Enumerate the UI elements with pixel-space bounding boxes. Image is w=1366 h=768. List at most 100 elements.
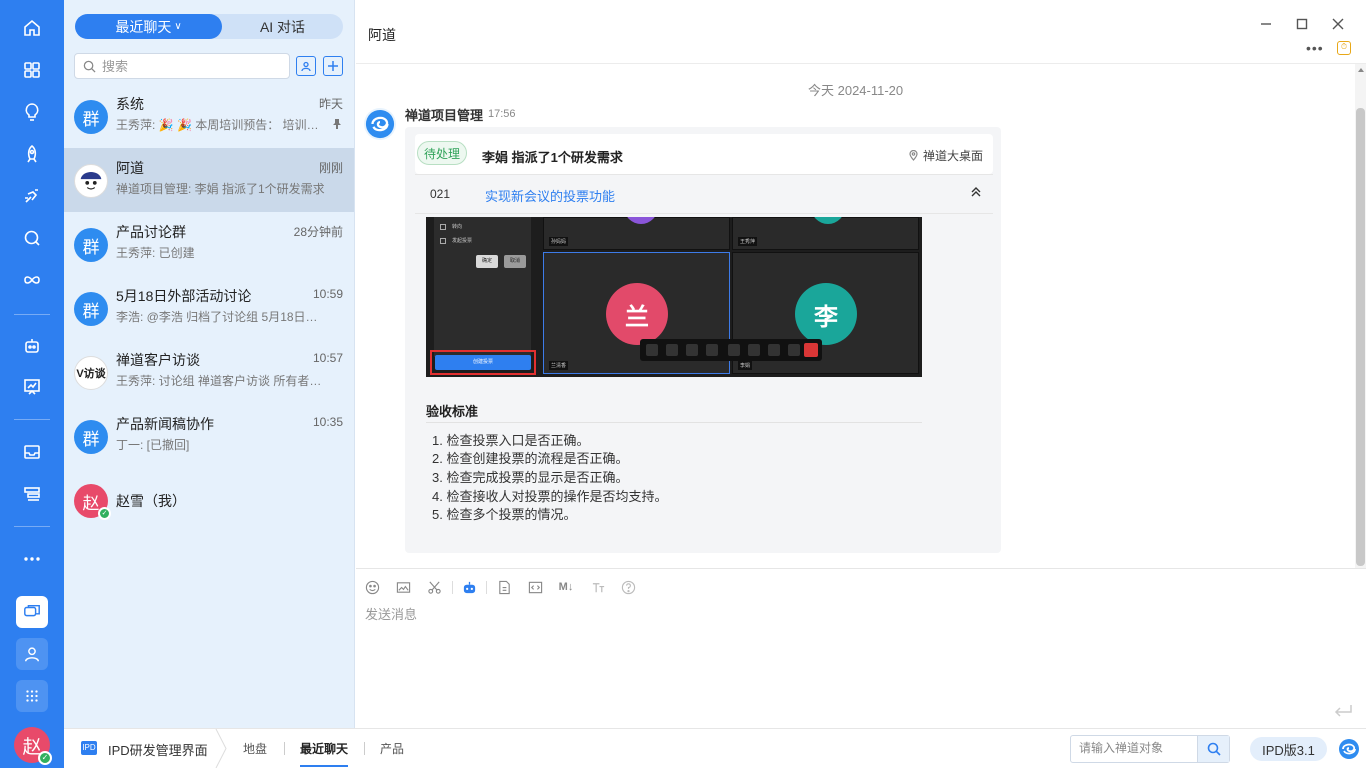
participant-name: 王秀萍 [738,237,758,246]
message-sender[interactable]: 禅道项目管理 [405,105,483,124]
image-icon[interactable] [395,579,411,595]
acceptance-item: 1. 检查投票入口是否正确。 [432,433,590,448]
scrollbar-thumb[interactable] [1356,108,1365,566]
group-avatar: 群 [74,100,108,134]
apps-grid-icon[interactable] [20,58,44,82]
user-avatar[interactable]: 赵 ✓ [14,727,52,765]
infinity-icon[interactable] [20,268,44,292]
app-dots-icon[interactable] [16,680,48,712]
task-source[interactable]: 禅道大桌面 [908,147,983,164]
requirement-row: 021 实现新会议的投票功能 [415,174,993,214]
collapse-chevron-icon[interactable] [969,185,983,199]
zentao-object-search [1070,735,1230,763]
camera-icon [666,344,678,356]
list-stack-icon[interactable] [20,482,44,506]
task-card-title: 李娟 指派了1个研发需求 [482,150,623,165]
participant-name: 兰清香 [549,361,569,370]
contacts-book-button[interactable] [296,56,316,76]
requirement-id: 021 [430,187,451,201]
search-input[interactable] [102,58,282,74]
message-scrollbar[interactable] [1355,64,1366,568]
interview-logo-avatar: V访谈 [74,356,108,390]
conversation-preview: 李浩: @李浩 归档了讨论组 5月18日外部活... [116,310,328,324]
conversation-time: 10:59 [312,287,343,301]
conversation-time: 刚刚 [318,161,343,175]
conversation-preview: 王秀萍: 已创建 [116,246,195,260]
checkbox-icon [440,238,446,244]
conversation-item[interactable]: 群 系统 昨天 王秀萍: 🎉 🎉 本周培训预告： 培训主题... [64,84,354,148]
conversation-time: 10:57 [312,351,343,365]
scissors-icon[interactable] [426,579,442,595]
chart-board-icon[interactable] [20,375,44,399]
toolbar-divider [486,581,487,594]
close-icon [1332,18,1344,30]
left-rail: 赵 ✓ [0,0,64,768]
create-vote-label: 创建投票 [435,355,531,370]
message-input[interactable] [365,604,1325,704]
search-button[interactable] [1197,736,1229,762]
tab-divider [364,742,365,755]
tab-product[interactable]: 产品 [380,740,404,757]
task-card-header[interactable]: 待处理 李娟 指派了1个研发需求 禅道大桌面 [415,134,993,174]
code-block-icon[interactable] [527,579,543,595]
attached-screenshot[interactable]: 转向 发起投票 确定 取消 创建投票 孙妈妈 王秀萍 兰 兰清香 李 李娟 [426,217,922,377]
markdown-icon[interactable]: M↓ [557,579,575,595]
group-avatar: 群 [74,292,108,326]
plus-icon [328,61,338,71]
conversation-time: 28分钟前 [293,225,343,239]
rail-divider [14,314,50,315]
rail-divider [14,526,50,527]
conversation-item[interactable]: V访谈 禅道客户访谈 10:57 王秀萍: 讨论组 禅道客户访谈 所有者更... [64,340,354,404]
conversation-name: 禅道客户访谈 [116,352,200,368]
grid-icon [768,344,780,356]
conversation-item[interactable]: 群 产品讨论群 28分钟前 王秀萍: 已创建 [64,212,354,276]
search-review-icon[interactable] [20,226,44,250]
more-icon[interactable] [20,547,44,571]
close-button[interactable] [1330,16,1346,32]
sprint-icon[interactable] [20,184,44,208]
self-avatar-text: 赵 [82,493,100,513]
maximize-button[interactable] [1294,16,1310,32]
send-enter-icon[interactable] [1333,703,1353,719]
robot-icon[interactable] [20,334,44,358]
conversation-item[interactable]: 群 产品新闻稿协作 10:35 丁一: [已撤回] [64,404,354,468]
zentao-object-input[interactable] [1079,741,1195,755]
help-icon[interactable] [620,579,636,595]
bot-avatar-icon [74,164,108,198]
tab-recent-chat[interactable]: 最近聊天 [300,740,349,767]
chat-icon[interactable] [16,596,48,628]
zentao-logo-icon[interactable] [1338,738,1360,760]
reminder-clock-icon[interactable]: ⏱ [1337,41,1351,55]
participant-avatar: 李 [795,283,857,345]
tab-recent-chats[interactable]: 最近聊天 ∨ [75,14,222,39]
text-format-icon[interactable] [590,579,606,595]
version-badge[interactable]: IPD版3.1 [1250,737,1327,761]
ai-bot-icon[interactable] [461,579,477,595]
acceptance-title: 验收标准 [426,404,479,419]
add-chat-button[interactable] [323,56,343,76]
current-app-name[interactable]: IPD研发管理界面 [108,740,208,759]
video-tile: 王秀萍 [732,217,919,250]
requirement-link[interactable]: 实现新会议的投票功能 [485,186,615,205]
conversation-item[interactable]: 赵 ✓ 赵雪（我） [64,468,354,532]
contact-card-icon [301,61,311,72]
maximize-icon [1296,18,1308,30]
conversation-item[interactable]: 阿道 刚刚 禅道项目管理: 李娟 指派了1个研发需求 [64,148,354,212]
tab-ai-chat[interactable]: AI 对话 [222,14,343,39]
more-options-icon[interactable]: ••• [1306,40,1324,56]
chat-mode-switch: 最近聊天 ∨ AI 对话 [75,14,343,39]
conversation-item[interactable]: 群 5月18日外部活动讨论 10:59 李浩: @李浩 归档了讨论组 5月18日… [64,276,354,340]
file-icon[interactable] [496,579,512,595]
emoji-icon[interactable] [364,579,380,595]
conversation-name: 5月18日外部活动讨论 [116,288,252,304]
zentao-logo-icon[interactable] [364,108,396,140]
inbox-icon[interactable] [20,440,44,464]
contacts-icon[interactable] [16,638,48,670]
home-icon[interactable] [20,16,44,40]
mini-ok-button: 确定 [476,255,498,268]
scroll-up-icon[interactable] [1358,68,1364,72]
minimize-button[interactable] [1258,16,1274,32]
rocket-icon[interactable] [20,142,44,166]
tab-dashboard[interactable]: 地盘 [243,740,267,757]
lightbulb-icon[interactable] [20,100,44,124]
